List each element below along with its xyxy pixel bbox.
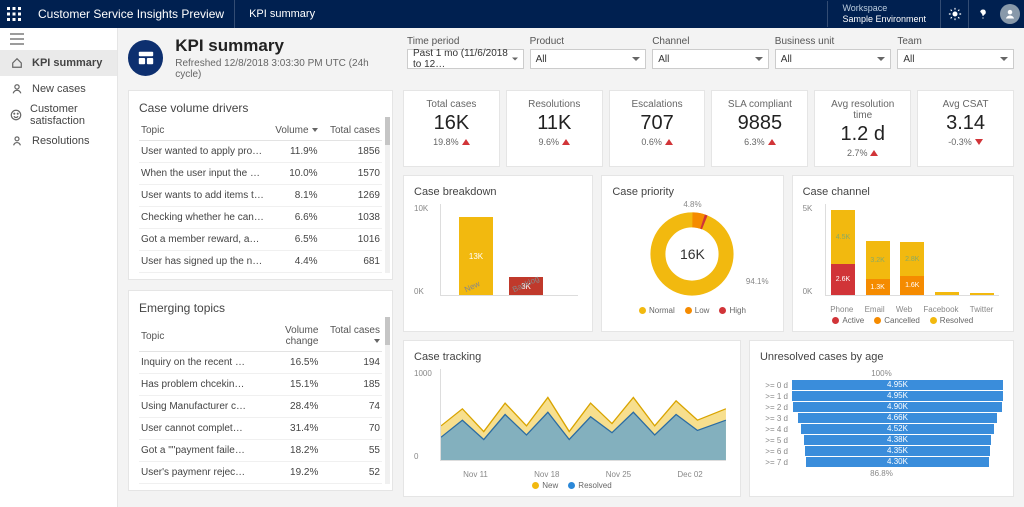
page-icon bbox=[128, 40, 163, 76]
funnel-row: >= 3 d4.66K bbox=[760, 413, 1003, 423]
trend-up-icon bbox=[462, 139, 470, 145]
sidebar-item-kpi-summary[interactable]: KPI summary bbox=[0, 50, 117, 76]
workspace-selector[interactable]: Workspace Sample Environment bbox=[827, 1, 940, 27]
table-row[interactable]: Checking whether he can r…6.6%1038 bbox=[139, 207, 382, 229]
page-subtitle: Refreshed 12/8/2018 3:03:30 PM UTC (24h … bbox=[175, 58, 393, 80]
page-title: KPI summary bbox=[175, 36, 393, 56]
trend-up-icon bbox=[870, 150, 878, 156]
filter-label: Product bbox=[530, 36, 647, 47]
filter-select[interactable]: All bbox=[897, 49, 1014, 69]
sidebar-item-customer-satisfaction[interactable]: Customer satisfaction bbox=[0, 102, 117, 128]
home-icon bbox=[10, 57, 24, 69]
tracking-legend: New Resolved bbox=[414, 481, 730, 490]
table-row[interactable]: Inquiry on the recent deals…16.5%194 bbox=[139, 352, 382, 374]
funnel-row: >= 0 d4.95K bbox=[760, 380, 1003, 390]
col-total[interactable]: Total cases bbox=[320, 121, 382, 141]
emerging-topics-card: Emerging topics Topic Volume change Tota… bbox=[128, 290, 393, 491]
table-row[interactable]: User's paymenr rejected d…19.2%52 bbox=[139, 462, 382, 484]
breadcrumb[interactable]: KPI summary bbox=[234, 0, 329, 28]
col-topic[interactable]: Topic bbox=[139, 121, 266, 141]
sort-desc-icon bbox=[374, 336, 380, 347]
trend-down-icon bbox=[975, 139, 983, 145]
filter-label: Business unit bbox=[775, 36, 892, 47]
main: KPI summary Refreshed 12/8/2018 3:03:30 … bbox=[118, 28, 1024, 507]
trend-up-icon bbox=[665, 139, 673, 145]
funnel-row: >= 1 d4.95K bbox=[760, 391, 1003, 401]
kpi-row: Total cases16K19.8% Resolutions11K9.6% E… bbox=[403, 90, 1014, 167]
settings-icon[interactable] bbox=[940, 0, 968, 28]
col-volume[interactable]: Volume bbox=[275, 125, 308, 136]
unresolved-chart: 100% >= 0 d4.95K>= 1 d4.95K>= 2 d4.90K>=… bbox=[760, 369, 1003, 479]
funnel-row: >= 2 d4.90K bbox=[760, 402, 1003, 412]
person-icon bbox=[10, 135, 24, 147]
filters: Time period Past 1 mo (11/6/2018 to 12… Pr… bbox=[407, 36, 1014, 69]
unresolved-panel: Unresolved cases by age 100% >= 0 d4.95K… bbox=[749, 340, 1014, 497]
case-tracking-chart: 10000 Nov 11Nov 18Nov 25Dec 02 bbox=[414, 369, 730, 479]
table-row[interactable]: User wanted to apply pro…11.9%1856 bbox=[139, 141, 382, 163]
case-tracking-panel: Case tracking 10000 bbox=[403, 340, 741, 497]
table-row[interactable]: User wants to add items to…8.1%1269 bbox=[139, 185, 382, 207]
table-row[interactable]: Got a member reward, and…6.5%1016 bbox=[139, 229, 382, 251]
trend-up-icon bbox=[768, 139, 776, 145]
col-total[interactable]: Total cases bbox=[330, 325, 380, 336]
user-icon bbox=[10, 83, 24, 95]
user-avatar[interactable] bbox=[996, 0, 1024, 28]
funnel-row: >= 6 d4.35K bbox=[760, 446, 1003, 456]
case-priority-panel: Case priority 4.8% 16K 94.1% bbox=[601, 175, 783, 332]
filter-label: Team bbox=[897, 36, 1014, 47]
case-breakdown-chart: 10K0K 13K 3K New Backlog bbox=[414, 204, 582, 314]
trend-up-icon bbox=[562, 139, 570, 145]
kpi-card: Escalations7070.6% bbox=[609, 90, 706, 167]
kpi-card: Total cases16K19.8% bbox=[403, 90, 500, 167]
funnel-row: >= 7 d4.30K bbox=[760, 457, 1003, 467]
channel-legend: Active Cancelled Resolved bbox=[803, 316, 1003, 325]
brand-title: Customer Service Insights Preview bbox=[28, 7, 234, 21]
kpi-card: Resolutions11K9.6% bbox=[506, 90, 603, 167]
table-row[interactable]: Has problem chceking exp…15.1%185 bbox=[139, 374, 382, 396]
case-volume-drivers-card: Case volume drivers Topic Volume Total c… bbox=[128, 90, 393, 280]
filter-select[interactable]: All bbox=[530, 49, 647, 69]
priority-legend: Normal Low High bbox=[612, 306, 772, 315]
smile-icon bbox=[10, 109, 22, 121]
filter-select[interactable]: All bbox=[652, 49, 769, 69]
topbar: Customer Service Insights Preview KPI su… bbox=[0, 0, 1024, 28]
kpi-card: Avg CSAT3.14-0.3% bbox=[917, 90, 1014, 167]
kpi-card: Avg resolution time1.2 d2.7% bbox=[814, 90, 911, 167]
drivers-table: Topic Volume Total cases User wanted to … bbox=[139, 121, 382, 273]
filter-label: Time period bbox=[407, 36, 524, 47]
filter-select[interactable]: All bbox=[775, 49, 892, 69]
filter-select[interactable]: Past 1 mo (11/6/2018 to 12… bbox=[407, 49, 524, 69]
hamburger-icon[interactable] bbox=[0, 28, 117, 50]
scrollbar[interactable] bbox=[385, 317, 390, 484]
table-row[interactable]: User cannot complete a pa…31.4%70 bbox=[139, 418, 382, 440]
app-launcher-icon[interactable] bbox=[0, 0, 28, 28]
emerging-table: Topic Volume change Total cases Inquiry … bbox=[139, 321, 382, 484]
funnel-row: >= 4 d4.52K bbox=[760, 424, 1003, 434]
sidebar-item-new-cases[interactable]: New cases bbox=[0, 76, 117, 102]
help-icon[interactable] bbox=[968, 0, 996, 28]
scrollbar[interactable] bbox=[385, 117, 390, 273]
table-row[interactable]: User has signed up the ne…4.4%681 bbox=[139, 251, 382, 273]
sidebar: KPI summary New cases Customer satisfact… bbox=[0, 28, 118, 507]
filter-label: Channel bbox=[652, 36, 769, 47]
case-channel-panel: Case channel 5K0K 2.6K4.5K 1.3K3.2K 1.6K… bbox=[792, 175, 1014, 332]
sort-desc-icon bbox=[312, 125, 318, 136]
col-volume-change[interactable]: Volume change bbox=[249, 321, 320, 352]
sidebar-item-resolutions[interactable]: Resolutions bbox=[0, 128, 117, 154]
case-channel-chart: 5K0K 2.6K4.5K 1.3K3.2K 1.6K2.8K PhoneEma… bbox=[803, 204, 1003, 314]
case-priority-chart: 4.8% 16K 94.1% bbox=[612, 204, 772, 304]
col-topic[interactable]: Topic bbox=[139, 321, 249, 352]
table-row[interactable]: Using Manufacturer coup…28.4%74 bbox=[139, 396, 382, 418]
table-row[interactable]: When the user input the c…10.0%1570 bbox=[139, 163, 382, 185]
kpi-card: SLA compliant98856.3% bbox=[711, 90, 808, 167]
funnel-row: >= 5 d4.38K bbox=[760, 435, 1003, 445]
table-row[interactable]: Got a ""payment failed"" …18.2%55 bbox=[139, 440, 382, 462]
case-breakdown-panel: Case breakdown 10K0K 13K 3K New bbox=[403, 175, 593, 332]
